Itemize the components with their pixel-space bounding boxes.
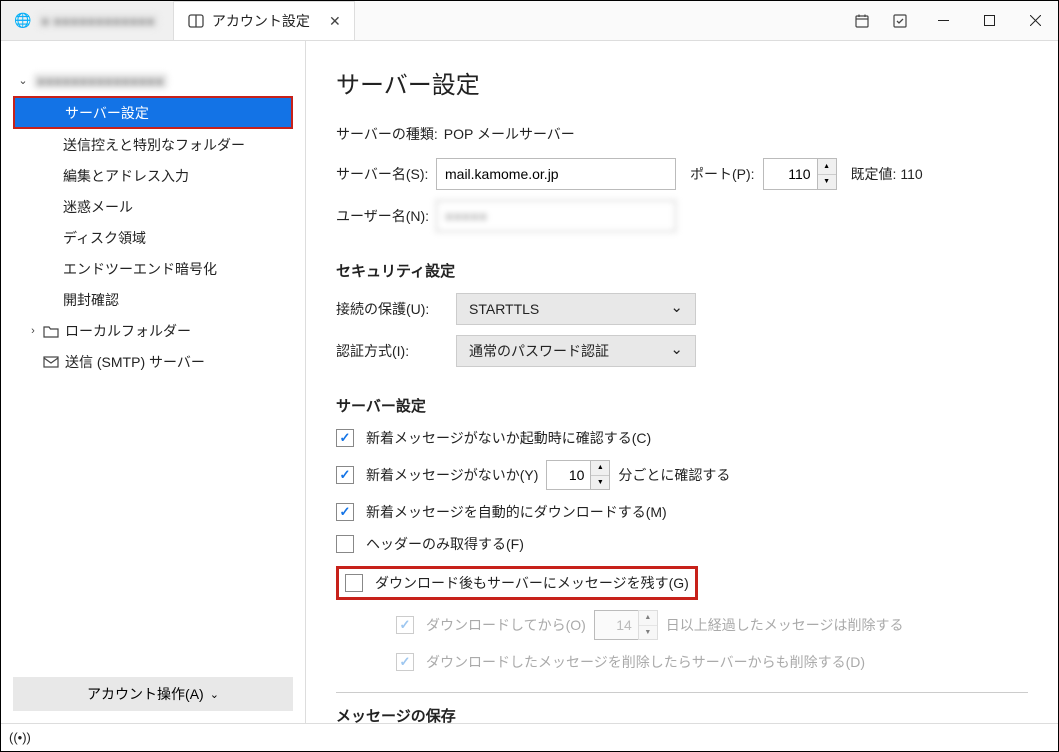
account-actions-button[interactable]: アカウント操作(A) ⌄ bbox=[13, 677, 293, 711]
settings-tab-icon bbox=[188, 13, 204, 29]
default-port-label: 既定値: 110 bbox=[851, 164, 923, 184]
server-name-input[interactable] bbox=[436, 158, 676, 190]
server-type-label: サーバーの種類: bbox=[336, 124, 438, 144]
tab-active-label: アカウント設定 bbox=[212, 11, 310, 31]
sidebar-item-composition[interactable]: 編集とアドレス入力 bbox=[13, 160, 293, 191]
sidebar-item-label: ローカルフォルダー bbox=[65, 321, 191, 341]
sidebar-item-junk[interactable]: 迷惑メール bbox=[13, 191, 293, 222]
account-tree: ⌄ ■■■■■■■■■■■■■■■ サーバー設定 送信控えと特別なフォルダー 編… bbox=[13, 65, 293, 677]
delete-from-server-checkbox bbox=[396, 653, 414, 671]
statusbar: ((•)) bbox=[1, 723, 1058, 751]
separator bbox=[336, 692, 1028, 693]
delete-after-input bbox=[594, 610, 638, 640]
security-section-title: セキュリティ設定 bbox=[336, 260, 1028, 281]
leave-on-server-checkbox[interactable] bbox=[345, 574, 363, 592]
delete-after-checkbox bbox=[396, 616, 414, 634]
auto-download-checkbox[interactable] bbox=[336, 503, 354, 521]
step-up-icon[interactable]: ▲ bbox=[591, 461, 609, 476]
step-up-icon[interactable]: ▲ bbox=[818, 159, 836, 175]
check-interval-label-pre: 新着メッセージがないか(Y) bbox=[366, 465, 538, 485]
step-down-icon[interactable]: ▼ bbox=[591, 476, 609, 490]
page-title: サーバー設定 bbox=[336, 65, 1028, 100]
username-label: ユーザー名(N): bbox=[336, 206, 436, 226]
minimize-button[interactable] bbox=[920, 1, 966, 41]
delete-after-stepper: ▲ ▼ bbox=[638, 610, 658, 640]
button-label: アカウント操作(A) bbox=[87, 684, 204, 704]
tab-inactive[interactable]: 🌐 ■ ■■■■■■■■■■■■ bbox=[1, 1, 174, 40]
username-input[interactable] bbox=[436, 200, 676, 232]
connection-security-label: 接続の保護(U): bbox=[336, 299, 456, 319]
auth-method-select[interactable]: 通常のパスワード認証 bbox=[456, 335, 696, 367]
step-down-icon: ▼ bbox=[639, 626, 657, 640]
sidebar-item-smtp[interactable]: 送信 (SMTP) サーバー bbox=[13, 346, 293, 377]
check-interval-checkbox[interactable] bbox=[336, 466, 354, 484]
account-row[interactable]: ⌄ ■■■■■■■■■■■■■■■ bbox=[13, 65, 293, 96]
sidebar: ⌄ ■■■■■■■■■■■■■■■ サーバー設定 送信控えと特別なフォルダー 編… bbox=[1, 41, 306, 723]
storage-section-title: メッセージの保存 bbox=[336, 705, 1028, 723]
sidebar-item-receipts[interactable]: 開封確認 bbox=[13, 284, 293, 315]
titlebar: 🌐 ■ ■■■■■■■■■■■■ アカウント設定 ✕ bbox=[1, 1, 1058, 41]
sidebar-item-label: 送信 (SMTP) サーバー bbox=[65, 352, 205, 372]
chevron-down-icon: ⌄ bbox=[13, 74, 33, 87]
server-name-label: サーバー名(S): bbox=[336, 164, 436, 184]
close-icon[interactable]: ✕ bbox=[328, 14, 342, 28]
sidebar-item-label: 送信控えと特別なフォルダー bbox=[63, 135, 245, 155]
delete-from-server-label: ダウンロードしたメッセージを削除したらサーバーからも削除する(D) bbox=[426, 652, 865, 672]
close-button[interactable] bbox=[1012, 1, 1058, 41]
sidebar-item-label: 編集とアドレス入力 bbox=[63, 166, 189, 186]
sidebar-item-label: エンドツーエンド暗号化 bbox=[63, 259, 217, 279]
content-panel: サーバー設定 サーバーの種類: POP メールサーバー サーバー名(S): ポー… bbox=[306, 41, 1058, 723]
sidebar-item-disk[interactable]: ディスク領域 bbox=[13, 222, 293, 253]
sidebar-item-label: ディスク領域 bbox=[63, 228, 146, 248]
leave-on-server-label: ダウンロード後もサーバーにメッセージを残す(G) bbox=[375, 573, 689, 593]
tab-inactive-label: ■ ■■■■■■■■■■■■ bbox=[37, 13, 159, 29]
window-controls bbox=[920, 1, 1058, 41]
check-startup-checkbox[interactable] bbox=[336, 429, 354, 447]
sidebar-item-copies[interactable]: 送信控えと特別なフォルダー bbox=[13, 129, 293, 160]
server-settings-section-title: サーバー設定 bbox=[336, 395, 1028, 416]
port-input[interactable] bbox=[763, 158, 817, 190]
tasks-icon[interactable] bbox=[886, 7, 914, 35]
sidebar-item-server-settings[interactable]: サーバー設定 bbox=[13, 96, 293, 129]
sidebar-item-label: サーバー設定 bbox=[65, 103, 149, 123]
delete-after-label-post: 日以上経過したメッセージは削除する bbox=[666, 615, 904, 635]
check-startup-label: 新着メッセージがないか起動時に確認する(C) bbox=[366, 428, 651, 448]
globe-icon: 🌐 bbox=[15, 13, 31, 29]
tab-active[interactable]: アカウント設定 ✕ bbox=[174, 1, 355, 40]
interval-stepper[interactable]: ▲ ▼ bbox=[590, 460, 610, 490]
port-label: ポート(P): bbox=[690, 164, 755, 184]
tab-strip: 🌐 ■ ■■■■■■■■■■■■ アカウント設定 ✕ bbox=[1, 1, 355, 40]
sidebar-item-label: 迷惑メール bbox=[63, 197, 133, 217]
chevron-down-icon: ⌄ bbox=[210, 688, 219, 701]
send-icon bbox=[43, 355, 59, 369]
leave-on-server-highlight: ダウンロード後もサーバーにメッセージを残す(G) bbox=[336, 566, 698, 600]
sidebar-item-local-folders[interactable]: › ローカルフォルダー bbox=[13, 315, 293, 346]
port-stepper[interactable]: ▲ ▼ bbox=[817, 158, 837, 190]
titlebar-app-icons bbox=[848, 7, 920, 35]
auth-method-label: 認証方式(I): bbox=[336, 341, 456, 361]
connection-status-icon[interactable]: ((•)) bbox=[9, 730, 31, 745]
check-interval-input[interactable] bbox=[546, 460, 590, 490]
maximize-button[interactable] bbox=[966, 1, 1012, 41]
account-name: ■■■■■■■■■■■■■■■ bbox=[33, 73, 168, 89]
chevron-right-icon: › bbox=[23, 325, 43, 337]
headers-only-label: ヘッダーのみ取得する(F) bbox=[366, 534, 524, 554]
auto-download-label: 新着メッセージを自動的にダウンロードする(M) bbox=[366, 502, 667, 522]
headers-only-checkbox[interactable] bbox=[336, 535, 354, 553]
folder-icon bbox=[43, 324, 59, 338]
sidebar-item-e2e[interactable]: エンドツーエンド暗号化 bbox=[13, 253, 293, 284]
connection-security-select[interactable]: STARTTLS bbox=[456, 293, 696, 325]
server-type-value: POP メールサーバー bbox=[444, 124, 575, 144]
calendar-icon[interactable] bbox=[848, 7, 876, 35]
delete-after-label-pre: ダウンロードしてから(O) bbox=[426, 615, 586, 635]
step-up-icon: ▲ bbox=[639, 611, 657, 626]
sidebar-item-label: 開封確認 bbox=[63, 290, 119, 310]
step-down-icon[interactable]: ▼ bbox=[818, 175, 836, 190]
check-interval-label-post: 分ごとに確認する bbox=[618, 465, 730, 485]
